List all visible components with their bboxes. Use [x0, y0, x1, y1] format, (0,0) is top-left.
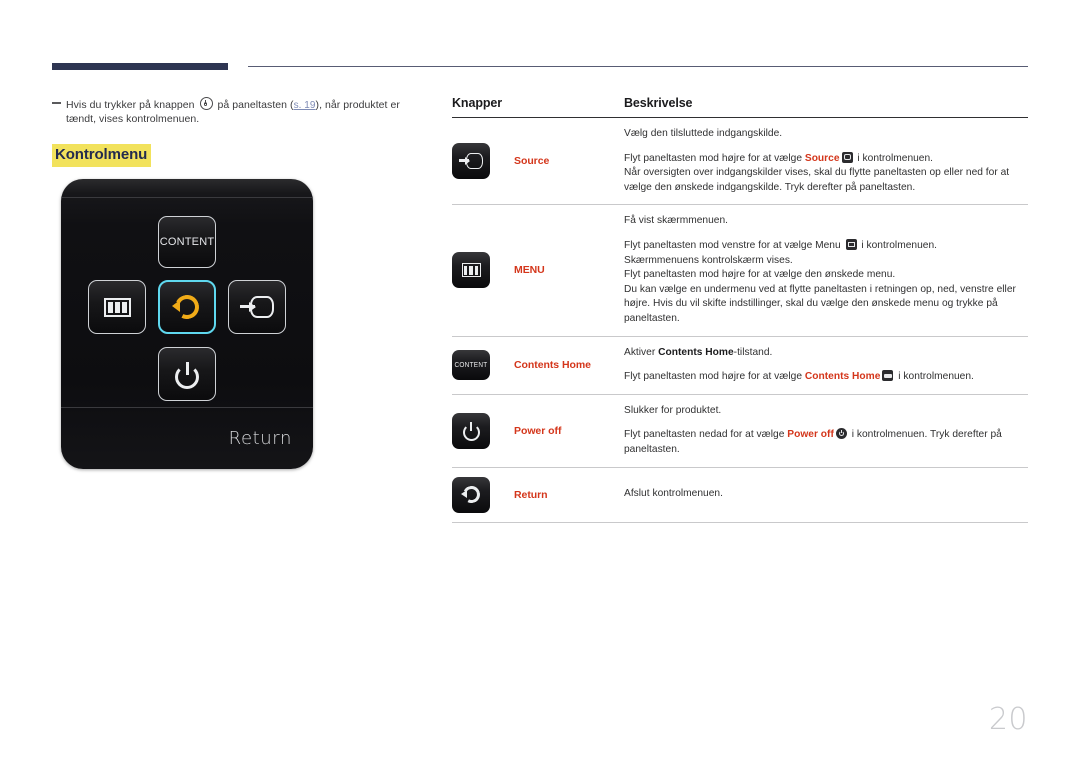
row-label-contents-home: Contents Home [514, 359, 591, 372]
desc-frag: Skærmmenuens kontrolskærm vises. [624, 254, 793, 266]
desc-line: Slukker for produktet. [624, 404, 722, 416]
desc-highlight: Contents Home [658, 346, 734, 358]
desc-frag: Du kan vælge en undermenu ved at flytte … [624, 283, 1016, 324]
row-description-contents-home: Aktiver Contents Home-tilstand. Flyt pan… [624, 346, 1028, 385]
row-label-power-off: Power off [514, 424, 562, 437]
desc-frag: Aktiver [624, 346, 659, 358]
column-header-description: Beskrivelse [624, 96, 693, 110]
return-key-tile [452, 476, 490, 513]
power-button-icon [199, 97, 213, 110]
row-description-power-off: Slukker for produktet. Flyt paneltasten … [624, 404, 1028, 458]
note-dash-icon [52, 102, 61, 104]
row-description-return: Afslut kontrolmenuen. [624, 487, 1028, 502]
desc-frag: Flyt paneltasten mod højre for at vælge [624, 152, 805, 164]
menu-mini-icon [845, 238, 857, 250]
desc-highlight: Source [804, 152, 840, 164]
note-block: Hvis du trykker på knappen på paneltaste… [52, 97, 424, 126]
table-row: Return Afslut kontrolmenuen. [452, 468, 1028, 523]
desc-line: Flyt paneltasten mod venstre for at vælg… [624, 238, 1028, 327]
device-button-power[interactable] [158, 347, 216, 401]
contents-home-mini-icon [882, 370, 894, 382]
row-label-return: Return [514, 488, 548, 501]
desc-frag: i kontrolmenuen. [854, 152, 934, 164]
desc-line: Flyt paneltasten nedad for at vælge Powe… [624, 428, 1028, 457]
header-rule-thick [52, 63, 228, 70]
left-column: Hvis du trykker på knappen på paneltaste… [52, 97, 424, 167]
note-text-before: Hvis du trykker på knappen [66, 99, 195, 111]
desc-frag: -tilstand. [733, 346, 773, 358]
desc-frag: Flyt paneltasten mod højre for at vælge [624, 371, 805, 383]
device-button-content[interactable]: CONTENT [158, 216, 216, 268]
desc-frag: Når oversigten over indgangskilder vises… [624, 167, 1010, 193]
header-rule-thin [248, 66, 1028, 67]
device-return-label: Return [228, 428, 292, 449]
table-row: CONTENT Contents Home Aktiver Contents H… [452, 337, 1028, 395]
page-number: 20 [988, 702, 1028, 737]
device-top-seam [61, 197, 313, 198]
desc-highlight: Power off [787, 429, 834, 441]
menu-icon [461, 263, 481, 278]
desc-line: Flyt paneltasten mod højre for at vælge … [624, 151, 1028, 196]
content-icon: CONTENT [159, 236, 215, 248]
page-title: Kontrolmenu [52, 144, 152, 167]
note-text-after: på paneltasten [217, 99, 288, 111]
row-icon-cell [452, 252, 514, 289]
source-icon [459, 153, 483, 170]
device-button-return[interactable] [158, 280, 216, 334]
menu-key-tile [452, 252, 490, 289]
desc-highlight: Contents Home [804, 371, 881, 383]
control-menu-device-illustration: CONTENT Return [61, 179, 313, 469]
buttons-description-table: Knapper Beskrivelse Source Vælg den tils… [452, 96, 1028, 523]
menu-icon [103, 297, 131, 317]
source-key-tile [452, 143, 490, 180]
return-icon [460, 483, 482, 505]
device-button-menu[interactable] [88, 280, 146, 334]
row-icon-cell: CONTENT [452, 350, 514, 381]
power-icon [175, 361, 199, 389]
device-bottom-seam [61, 407, 313, 408]
power-icon [462, 421, 480, 442]
desc-frag: i kontrolmenuen. [858, 239, 938, 251]
row-label-menu: MENU [514, 264, 545, 277]
desc-line: Afslut kontrolmenuen. [624, 488, 723, 500]
desc-frag: Flyt paneltasten mod højre for at vælge … [624, 269, 896, 281]
source-mini-icon [841, 151, 853, 163]
column-header-buttons: Knapper [452, 96, 503, 110]
power-mini-icon [835, 428, 847, 440]
table-row: MENU Få vist skærmmenuen. Flyt paneltast… [452, 205, 1028, 337]
row-label-source: Source [514, 155, 550, 168]
row-description-menu: Få vist skærmmenuen. Flyt paneltasten mo… [624, 214, 1028, 326]
content-key-tile: CONTENT [452, 350, 490, 381]
desc-line: Aktiver Contents Home-tilstand. [624, 346, 1028, 361]
row-icon-cell [452, 412, 514, 449]
desc-line: Vælg den tilsluttede indgangskilde. [624, 128, 783, 139]
device-button-source[interactable] [228, 280, 286, 334]
return-icon [171, 291, 203, 322]
content-icon: CONTENT [454, 361, 488, 369]
desc-frag: Flyt paneltasten mod venstre for at vælg… [624, 239, 844, 251]
row-icon-cell [452, 143, 514, 180]
page-reference-link[interactable]: s. 19 [294, 100, 316, 111]
table-header-row: Knapper Beskrivelse [452, 96, 1028, 118]
page-header-rule [52, 63, 1028, 73]
table-row: Source Vælg den tilsluttede indgangskild… [452, 118, 1028, 206]
power-key-tile [452, 412, 490, 449]
source-icon [240, 296, 274, 318]
row-icon-cell [452, 476, 514, 513]
table-row: Power off Slukker for produktet. Flyt pa… [452, 395, 1028, 468]
desc-line: Flyt paneltasten mod højre for at vælge … [624, 370, 1028, 385]
desc-frag: Flyt paneltasten nedad for at vælge [624, 429, 788, 441]
row-description-source: Vælg den tilsluttede indgangskilde. Flyt… [624, 127, 1028, 195]
desc-line: Få vist skærmmenuen. [624, 215, 729, 227]
desc-frag: i kontrolmenuen. [895, 371, 974, 383]
